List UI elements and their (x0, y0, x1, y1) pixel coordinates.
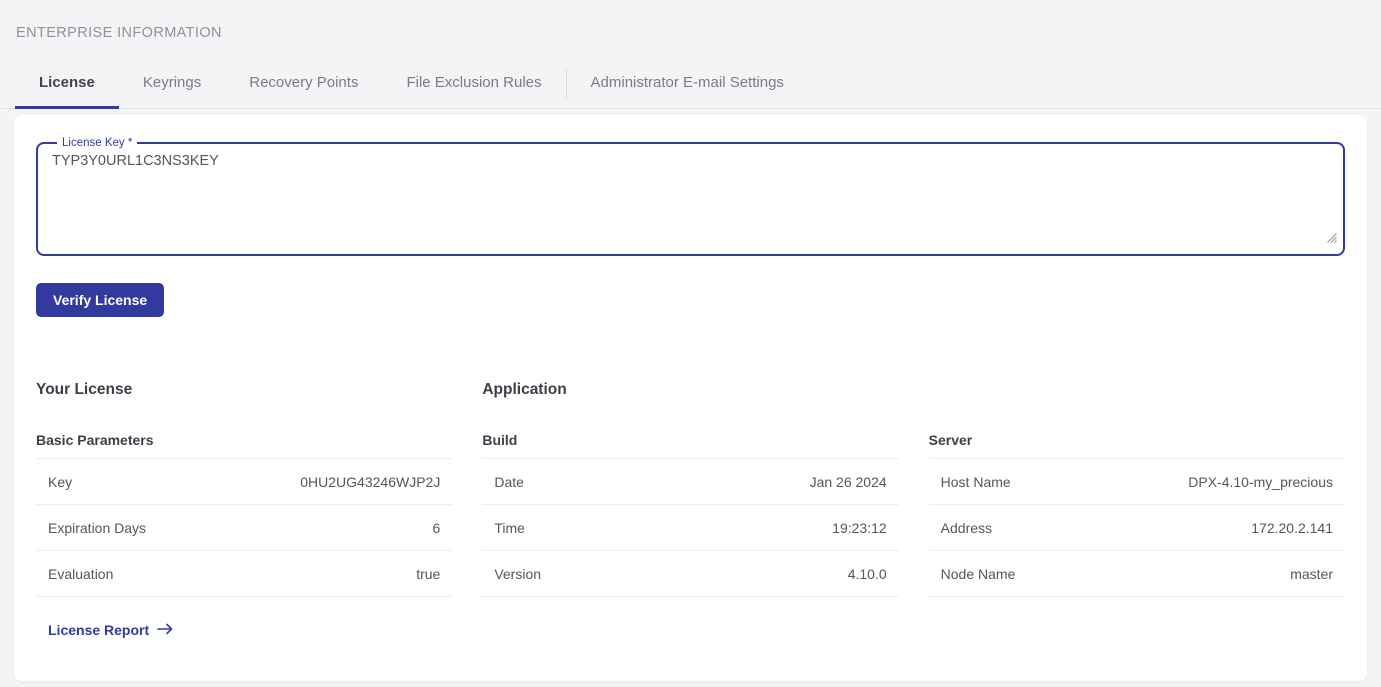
application-heading: Application (482, 381, 1345, 399)
row-value: 19:23:12 (832, 520, 887, 536)
arrow-right-icon (157, 622, 174, 638)
tab-recovery-points[interactable]: Recovery Points (225, 61, 382, 108)
table-row: Date Jan 26 2024 (482, 459, 898, 505)
page-title: ENTERPRISE INFORMATION (0, 0, 1381, 41)
row-label: Expiration Days (48, 520, 146, 536)
table-row: Time 19:23:12 (482, 505, 898, 551)
row-value: true (416, 566, 440, 582)
row-label: Evaluation (48, 566, 113, 582)
tab-keyrings[interactable]: Keyrings (119, 61, 225, 108)
basic-parameters-table: Key 0HU2UG43246WJP2J Expiration Days 6 E… (36, 458, 452, 597)
license-panel: License Key * TYP3Y0URL1C3NS3KEY Verify … (14, 115, 1367, 681)
tab-file-exclusion-rules[interactable]: File Exclusion Rules (382, 61, 565, 108)
row-label: Address (941, 520, 992, 536)
table-row: Version 4.10.0 (482, 551, 898, 597)
license-key-field: License Key * TYP3Y0URL1C3NS3KEY (36, 137, 1345, 256)
your-license-heading: Your License (36, 381, 452, 399)
basic-parameters-title: Basic Parameters (36, 432, 452, 448)
basic-parameters-group: Basic Parameters Key 0HU2UG43246WJP2J Ex… (36, 432, 452, 597)
table-row: Key 0HU2UG43246WJP2J (36, 459, 452, 505)
row-label: Node Name (941, 566, 1016, 582)
row-value: Jan 26 2024 (810, 474, 887, 490)
table-row: Expiration Days 6 (36, 505, 452, 551)
row-label: Host Name (941, 474, 1011, 490)
table-row: Node Name master (929, 551, 1345, 597)
row-value: 4.10.0 (848, 566, 887, 582)
table-row: Address 172.20.2.141 (929, 505, 1345, 551)
row-label: Version (494, 566, 541, 582)
row-label: Time (494, 520, 525, 536)
server-title: Server (929, 432, 1345, 448)
row-value: DPX-4.10-my_precious (1188, 474, 1333, 490)
row-value: master (1290, 566, 1333, 582)
build-group: Build Date Jan 26 2024 Time 19:23:12 Ver… (482, 432, 898, 597)
verify-license-button[interactable]: Verify License (36, 283, 164, 317)
build-title: Build (482, 432, 898, 448)
table-row: Host Name DPX-4.10-my_precious (929, 459, 1345, 505)
build-table: Date Jan 26 2024 Time 19:23:12 Version 4… (482, 458, 898, 597)
license-key-input[interactable]: TYP3Y0URL1C3NS3KEY (48, 151, 1333, 233)
tab-bar: License Keyrings Recovery Points File Ex… (0, 61, 1381, 109)
server-table: Host Name DPX-4.10-my_precious Address 1… (929, 458, 1345, 597)
tab-license[interactable]: License (15, 61, 119, 108)
license-details-grid: Your License Application Basic Parameter… (36, 381, 1345, 638)
table-row: Evaluation true (36, 551, 452, 597)
row-value: 0HU2UG43246WJP2J (300, 474, 440, 490)
row-label: Key (48, 474, 72, 490)
row-value: 6 (433, 520, 441, 536)
tab-administrator-email-settings[interactable]: Administrator E-mail Settings (567, 61, 808, 108)
row-label: Date (494, 474, 524, 490)
license-key-label: License Key * (57, 137, 137, 149)
resize-handle-icon[interactable] (1324, 230, 1338, 249)
license-report-label: License Report (48, 622, 149, 638)
server-group: Server Host Name DPX-4.10-my_precious Ad… (929, 432, 1345, 597)
row-value: 172.20.2.141 (1251, 520, 1333, 536)
license-report-link[interactable]: License Report (36, 622, 174, 638)
